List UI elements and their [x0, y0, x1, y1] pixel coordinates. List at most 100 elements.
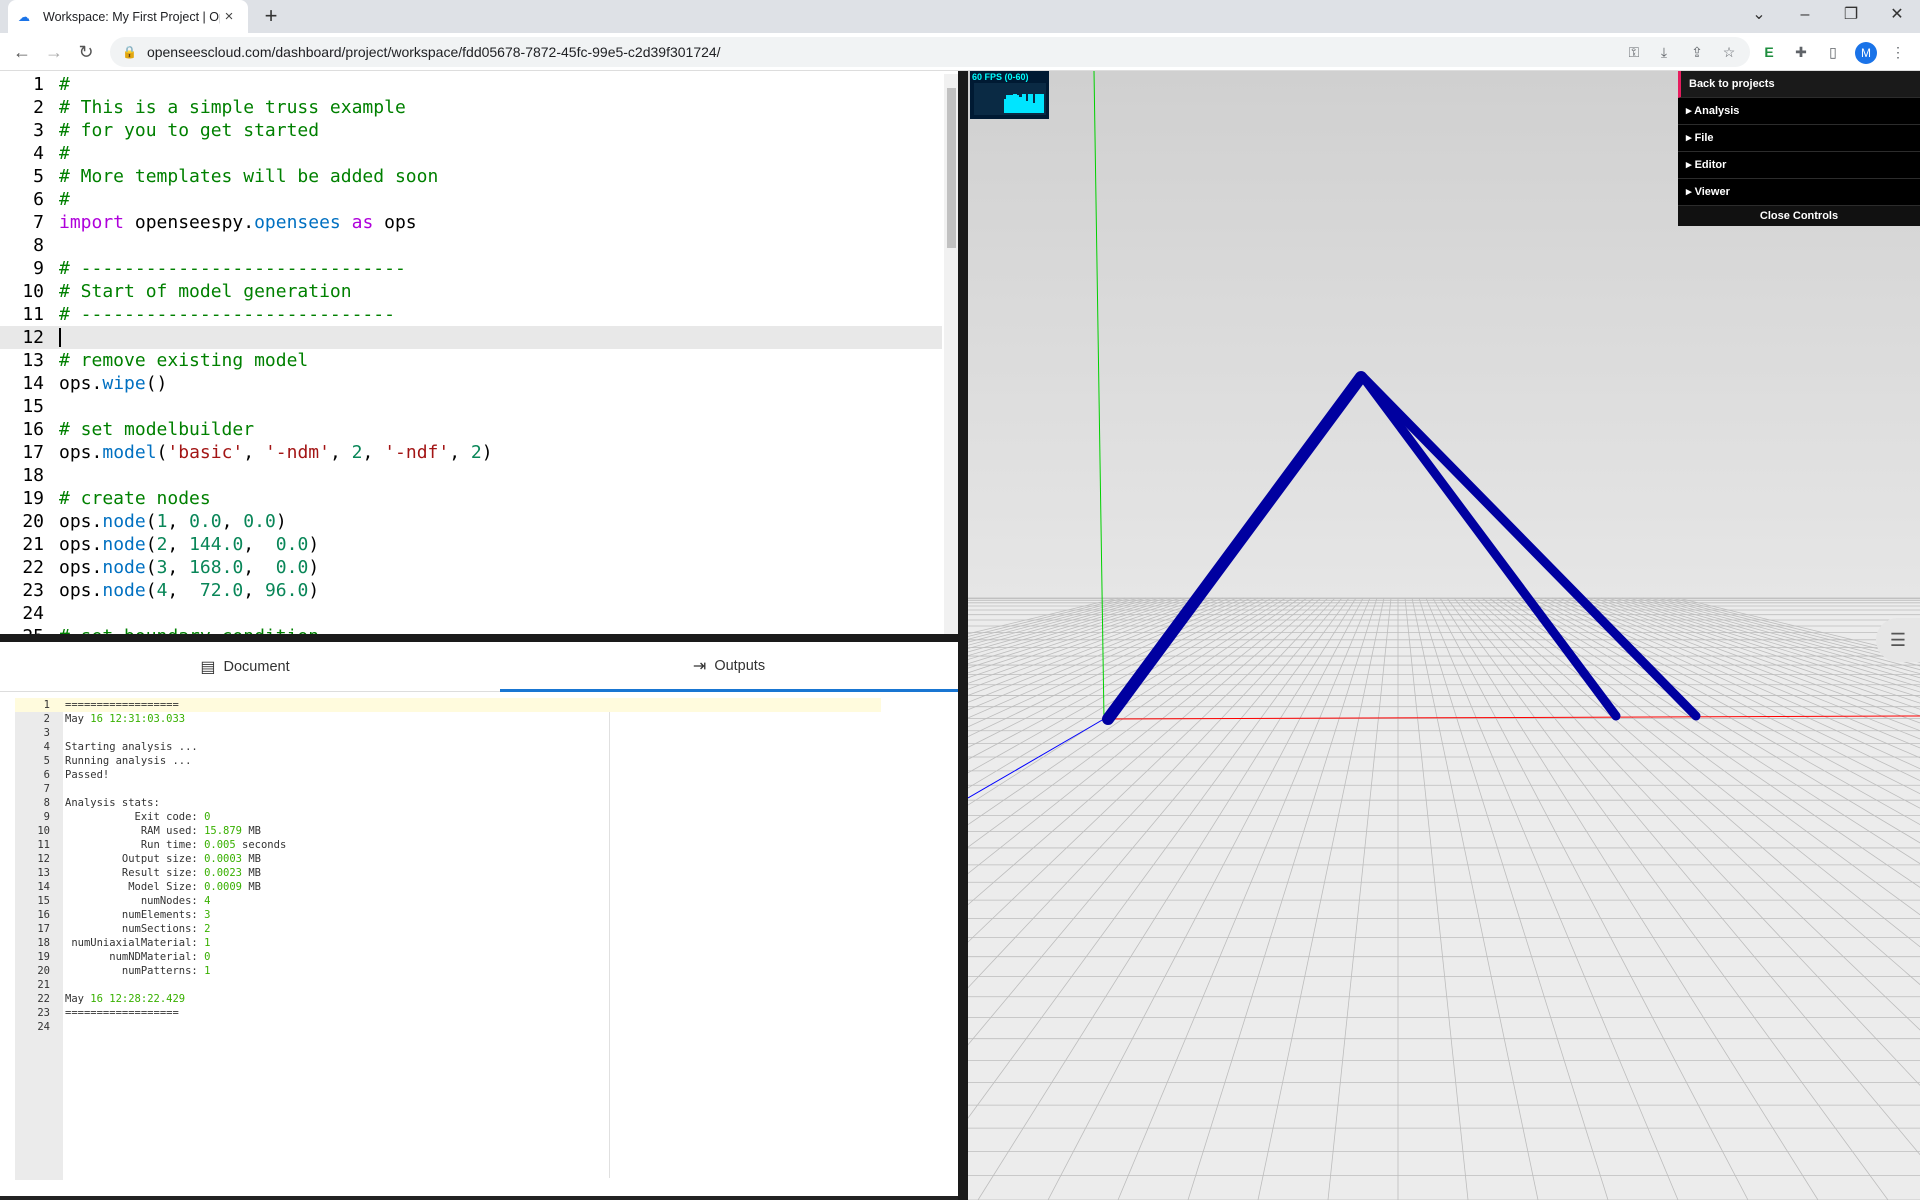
code-token: # set modelbuilder: [59, 419, 255, 440]
code-line[interactable]: 19 # create nodes: [0, 487, 942, 510]
output-console[interactable]: 1 ================== 2 May 16 12:31:03.033 3…: [15, 698, 958, 1180]
code-token: ops.: [59, 442, 103, 463]
share-icon[interactable]: ⇪: [1685, 40, 1709, 64]
close-controls-button[interactable]: Close Controls: [1678, 206, 1920, 226]
install-icon[interactable]: ⤓: [1652, 40, 1676, 64]
code-line[interactable]: 9 # ------------------------------: [0, 257, 942, 280]
key-icon[interactable]: ⚿: [1622, 40, 1646, 64]
sidepanel-icon[interactable]: ▯: [1821, 40, 1845, 64]
code-token: ): [308, 580, 320, 601]
profile-avatar[interactable]: M: [1855, 42, 1877, 64]
line-number: 15: [22, 396, 44, 417]
folder-analysis[interactable]: ▸ Analysis: [1678, 98, 1920, 125]
code-line[interactable]: 24: [0, 602, 942, 625]
forward-icon[interactable]: →: [40, 39, 68, 65]
output-text: ==================: [65, 698, 179, 712]
back-to-projects-button[interactable]: Back to projects: [1678, 71, 1920, 98]
editor-scrollbar[interactable]: [944, 74, 958, 634]
output-line-number: 4: [43, 741, 50, 753]
output-text: ==================: [65, 1006, 179, 1020]
browser-tab[interactable]: ☁ Workspace: My First Project | Op ×: [8, 0, 248, 33]
reload-icon[interactable]: ↻: [72, 39, 100, 65]
folder-editor[interactable]: ▸ Editor: [1678, 152, 1920, 179]
output-line-number: 9: [43, 811, 50, 823]
code-line[interactable]: 6 #: [0, 188, 942, 211]
output-line: 2 May 16 12:31:03.033: [15, 712, 881, 726]
code-line[interactable]: 8: [0, 234, 942, 257]
output-line: 18 numUniaxialMaterial: 1: [15, 936, 881, 950]
star-icon[interactable]: ☆: [1717, 40, 1741, 64]
cloud-icon: ☁: [18, 9, 30, 24]
tab-document[interactable]: ▤ Document: [0, 642, 490, 692]
output-line-number: 18: [37, 937, 50, 949]
restore-button[interactable]: ❐: [1828, 0, 1874, 33]
vertical-divider[interactable]: [958, 71, 968, 1200]
puzzle-icon[interactable]: ✚: [1789, 40, 1813, 64]
code-line[interactable]: 25 # set boundary condition: [0, 625, 942, 634]
3d-viewer[interactable]: 60 FPS (0-60) Back to projects ▸ Analysi…: [968, 71, 1920, 1200]
extension-e-icon[interactable]: E: [1757, 40, 1781, 64]
code-line[interactable]: 4 #: [0, 142, 942, 165]
output-line-number: 24: [37, 1021, 50, 1033]
bottom-tabs: ▤ Document ⇥ Outputs: [0, 642, 958, 692]
address-bar[interactable]: 🔒 openseescloud.com/dashboard/project/wo…: [110, 37, 1750, 67]
code-token: 72.0: [199, 580, 244, 601]
code-token: # This is a simple truss example: [59, 97, 406, 118]
output-token: MB: [242, 853, 261, 865]
output-line: 3: [15, 726, 881, 740]
minimize-button[interactable]: –: [1782, 0, 1828, 33]
close-window-button[interactable]: ✕: [1874, 0, 1920, 33]
code-text: # remove existing model: [59, 349, 308, 372]
code-line[interactable]: 11 # -----------------------------: [0, 303, 942, 326]
back-icon[interactable]: ←: [8, 39, 36, 65]
new-tab-button[interactable]: +: [258, 4, 284, 30]
code-line[interactable]: 21 ops.node(2, 144.0, 0.0): [0, 533, 942, 556]
code-line[interactable]: 16 # set modelbuilder: [0, 418, 942, 441]
horizontal-scrollbar[interactable]: [0, 1196, 958, 1200]
scrollbar-thumb[interactable]: [947, 88, 956, 248]
code-line[interactable]: 5 # More templates will be added soon: [0, 165, 942, 188]
menu-icon[interactable]: ⋮: [1886, 40, 1910, 64]
code-line[interactable]: 7 import openseespy.opensees as ops: [0, 211, 942, 234]
output-text: Model Size: 0.0009 MB: [65, 880, 261, 894]
tab-search-icon[interactable]: ⌄: [1736, 0, 1782, 33]
code-token: ops.: [59, 580, 103, 601]
tab-outputs[interactable]: ⇥ Outputs: [500, 642, 958, 692]
output-line: 20 numPatterns: 1: [15, 964, 881, 978]
folder-viewer[interactable]: ▸ Viewer: [1678, 179, 1920, 206]
code-line[interactable]: 2 # This is a simple truss example: [0, 96, 942, 119]
code-token: ): [308, 534, 320, 555]
code-line[interactable]: 18: [0, 464, 942, 487]
code-token: (: [156, 442, 168, 463]
code-token: (: [145, 511, 157, 532]
code-line[interactable]: 3 # for you to get started: [0, 119, 942, 142]
line-number: 13: [22, 350, 44, 371]
output-line: 12 Output size: 0.0003 MB: [15, 852, 881, 866]
code-line[interactable]: 13 # remove existing model: [0, 349, 942, 372]
code-line[interactable]: 15: [0, 395, 942, 418]
folder-file[interactable]: ▸ File: [1678, 125, 1920, 152]
code-line[interactable]: 23 ops.node(4, 72.0, 96.0): [0, 579, 942, 602]
code-line[interactable]: 14 ops.wipe(): [0, 372, 942, 395]
code-editor[interactable]: 1 #2 # This is a simple truss example 3 # fo…: [0, 71, 958, 634]
code-token: #: [59, 74, 70, 95]
output-line-number: 20: [37, 965, 50, 977]
sliders-icon[interactable]: ☰: [1876, 618, 1920, 662]
output-token: 1: [204, 937, 211, 949]
code-text: # This is a simple truss example: [59, 96, 406, 119]
code-line[interactable]: 12: [0, 326, 942, 349]
code-token: '-ndm': [264, 442, 330, 463]
close-tab-icon[interactable]: ×: [220, 8, 238, 25]
code-line[interactable]: 1 #: [0, 73, 942, 96]
panel-divider[interactable]: [0, 634, 960, 642]
code-token: ): [308, 557, 320, 578]
code-line[interactable]: 10 # Start of model generation: [0, 280, 942, 303]
code-token: 0.0: [275, 557, 309, 578]
code-line[interactable]: 22 ops.node(3, 168.0, 0.0): [0, 556, 942, 579]
code-line[interactable]: 20 ops.node(1, 0.0, 0.0): [0, 510, 942, 533]
code-line[interactable]: 17 ops.model('basic', '-ndm', 2, '-ndf', …: [0, 441, 942, 464]
output-token: 16 12:28:22.429: [90, 993, 186, 1005]
code-text: # Start of model generation: [59, 280, 352, 303]
code-token: wipe: [102, 373, 146, 394]
code-token: (: [145, 534, 157, 555]
